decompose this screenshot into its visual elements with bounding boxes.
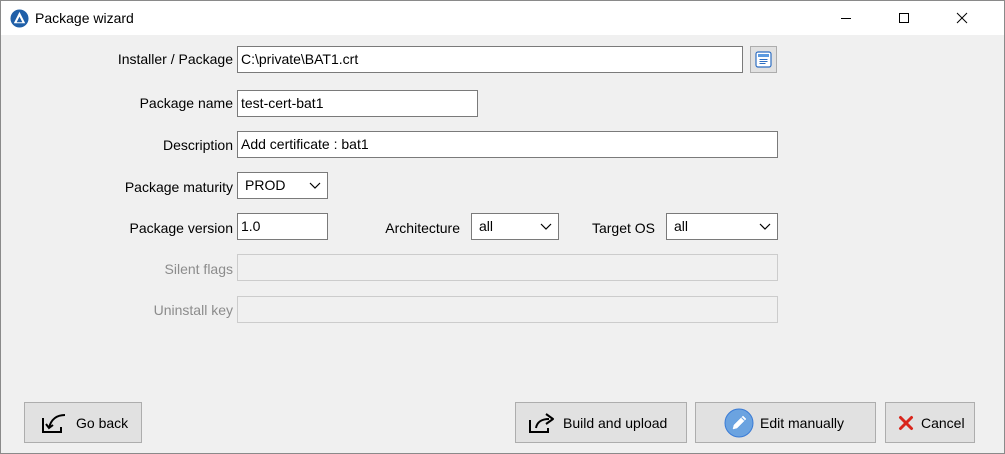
browse-button[interactable] <box>750 46 777 73</box>
description-label: Description <box>162 137 233 153</box>
pencil-icon <box>724 408 754 437</box>
build-upload-button[interactable]: Build and upload <box>515 402 687 443</box>
share-upload-icon <box>529 412 554 433</box>
minimize-button[interactable] <box>823 1 869 35</box>
maturity-select[interactable]: PROD <box>237 172 328 199</box>
go-back-button[interactable]: Go back <box>24 402 142 443</box>
build-upload-label: Build and upload <box>563 414 668 431</box>
edit-manually-label: Edit manually <box>760 414 845 431</box>
version-input[interactable]: 1.0 <box>237 213 328 240</box>
app-logo-icon <box>10 9 29 28</box>
cancel-button[interactable]: Cancel <box>885 402 975 443</box>
installer-label: Installer / Package <box>117 51 233 67</box>
close-icon <box>956 12 968 24</box>
package-name-label: Package name <box>139 95 233 111</box>
minimize-icon <box>841 18 851 19</box>
architecture-label: Architecture <box>385 220 460 236</box>
package-name-input[interactable]: test-cert-bat1 <box>237 90 478 117</box>
chevron-down-icon <box>759 223 771 230</box>
target-os-value: all <box>674 218 689 234</box>
target-os-select[interactable]: all <box>666 213 778 240</box>
maturity-label: Package maturity <box>124 179 233 195</box>
chevron-down-icon <box>540 223 552 230</box>
maximize-button[interactable] <box>881 1 927 35</box>
cancel-label: Cancel <box>921 414 965 431</box>
cancel-x-icon <box>899 415 913 430</box>
installer-input[interactable]: C:\private\BAT1.crt <box>237 46 743 73</box>
title-bar: Package wizard <box>1 1 1004 35</box>
browse-file-icon <box>755 51 772 68</box>
silent-flags-label: Silent flags <box>164 261 233 277</box>
version-label: Package version <box>129 220 233 236</box>
maturity-value: PROD <box>245 177 286 193</box>
architecture-select[interactable]: all <box>471 213 559 240</box>
window-title: Package wizard <box>35 10 134 26</box>
go-back-icon <box>42 413 66 433</box>
architecture-value: all <box>479 218 494 234</box>
package-wizard-window: Package wizard Installer / Package C:\pr… <box>0 0 1005 454</box>
target-os-label: Target OS <box>591 220 655 236</box>
uninstall-key-label: Uninstall key <box>153 302 233 318</box>
go-back-label: Go back <box>76 414 129 431</box>
silent-flags-input <box>237 254 778 281</box>
maximize-icon <box>899 13 909 23</box>
uninstall-key-input <box>237 296 778 323</box>
edit-manually-button[interactable]: Edit manually <box>695 402 876 443</box>
close-button[interactable] <box>939 1 985 35</box>
description-input[interactable]: Add certificate : bat1 <box>237 131 778 158</box>
chevron-down-icon <box>309 182 321 189</box>
